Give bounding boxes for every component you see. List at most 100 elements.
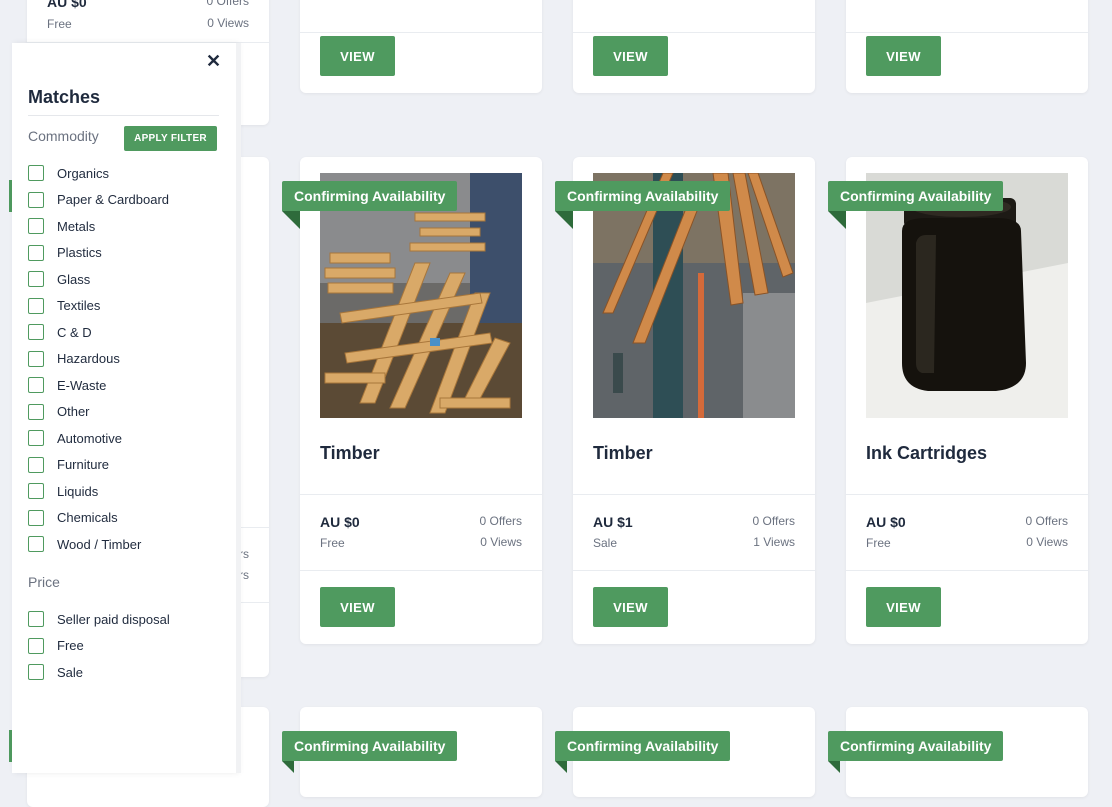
listing-price: AU $1 — [593, 514, 633, 530]
partial-type: Free — [47, 17, 72, 31]
checkbox[interactable] — [28, 509, 44, 526]
checkbox-label: Furniture — [57, 457, 110, 472]
checkbox-label: Wood / Timber — [57, 536, 142, 552]
filter-panel: ✕ Matches Commodity APPLY FILTER Organic… — [12, 43, 237, 773]
listing-price: AU $0 — [320, 514, 360, 530]
availability-ribbon: Confirming Availability — [555, 181, 731, 229]
checkbox[interactable] — [28, 403, 44, 420]
commodity-option-e-waste[interactable]: E-Waste — [28, 375, 106, 395]
listing-card-bottom[interactable]: Confirming Availability — [828, 707, 1088, 797]
checkbox-label: Organics — [57, 165, 110, 181]
listing-views: 0 Views — [1026, 535, 1068, 549]
listing-card[interactable]: Confirming Availability Timber AU $0 Fre… — [282, 157, 542, 644]
listing-card-top: VIEW — [300, 0, 542, 93]
view-button[interactable]: VIEW — [320, 36, 395, 76]
filter-heading: Matches — [28, 87, 101, 107]
commodity-option-hazardous[interactable]: Hazardous — [28, 349, 120, 369]
commodity-option-wood-timber[interactable]: Wood / Timber — [28, 534, 141, 554]
checkbox[interactable] — [28, 191, 44, 208]
checkbox-label: E-Waste — [57, 377, 107, 393]
view-button[interactable]: VIEW — [866, 587, 941, 627]
listing-card[interactable]: Confirming Availability Ink Cartridges A… — [828, 157, 1088, 644]
checkbox[interactable] — [28, 611, 44, 627]
partial-offers: 0 Offers — [206, 0, 249, 8]
listing-price-type: Free — [320, 536, 345, 550]
checkbox[interactable] — [28, 664, 44, 680]
price-option-sale[interactable]: Sale — [28, 662, 83, 682]
listing-price: AU $0 — [866, 514, 906, 530]
commodity-option-furniture[interactable]: Furniture — [28, 455, 109, 475]
price-option-seller-paid-disposal[interactable]: Seller paid disposal — [28, 609, 170, 629]
checkbox-label: Sale — [57, 664, 84, 680]
checkbox-label: Seller paid disposal — [57, 611, 170, 627]
checkbox[interactable] — [28, 218, 44, 234]
checkbox[interactable] — [28, 271, 44, 287]
checkbox-label: Automotive — [57, 430, 123, 446]
commodity-option-c-d[interactable]: C & D — [28, 322, 92, 342]
commodity-option-metals[interactable]: Metals — [28, 216, 95, 236]
listing-offers: 0 Offers — [479, 514, 522, 528]
checkbox[interactable] — [28, 483, 44, 499]
checkbox-label: Liquids — [57, 483, 99, 499]
availability-ribbon: Confirming Availability — [555, 731, 731, 773]
listing-views: 0 Views — [480, 535, 522, 549]
checkbox[interactable] — [28, 165, 44, 181]
price-option-free[interactable]: Free — [28, 636, 84, 656]
commodity-option-plastics[interactable]: Plastics — [28, 243, 102, 263]
checkbox[interactable] — [28, 324, 44, 340]
checkbox[interactable] — [28, 244, 44, 261]
availability-ribbon: Confirming Availability — [828, 731, 1004, 773]
commodity-option-organics[interactable]: Organics — [28, 163, 109, 183]
checkbox[interactable] — [28, 430, 44, 446]
listing-views: 1 Views — [753, 535, 795, 549]
commodity-option-other[interactable]: Other — [28, 402, 90, 422]
checkbox-label: Chemicals — [57, 510, 118, 525]
checkbox[interactable] — [28, 536, 44, 552]
checkbox[interactable] — [28, 377, 44, 393]
listing-card-top: VIEW — [846, 0, 1088, 93]
view-button[interactable]: VIEW — [593, 36, 668, 76]
checkbox-label: Metals — [57, 218, 96, 234]
checkbox-label: Textiles — [57, 298, 101, 313]
commodity-label: Commodity — [28, 128, 99, 144]
availability-ribbon: Confirming Availability — [282, 731, 458, 773]
price-label: Price — [28, 574, 60, 590]
view-button[interactable]: VIEW — [593, 587, 668, 627]
listing-offers: 0 Offers — [752, 514, 795, 528]
commodity-option-liquids[interactable]: Liquids — [28, 481, 98, 501]
listing-title[interactable]: Timber — [593, 443, 653, 464]
listing-title[interactable]: Ink Cartridges — [866, 443, 987, 464]
checkbox-label: Other — [57, 404, 90, 419]
checkbox[interactable] — [28, 637, 44, 654]
listing-title[interactable]: Timber — [320, 443, 380, 464]
listing-card[interactable]: Confirming Availability Timber AU $1 Sal… — [555, 157, 815, 644]
close-icon[interactable]: ✕ — [206, 51, 221, 72]
partial-price: AU $0 — [47, 0, 87, 10]
checkbox-label: Glass — [57, 271, 91, 287]
partial-views: 0 Views — [207, 16, 249, 30]
listing-card-bottom[interactable]: Confirming Availability — [555, 707, 815, 797]
checkbox-label: Hazardous — [57, 351, 120, 366]
availability-ribbon: Confirming Availability — [282, 181, 458, 229]
commodity-option-textiles[interactable]: Textiles — [28, 296, 100, 316]
checkbox[interactable] — [28, 350, 44, 367]
listing-price-type: Sale — [593, 536, 618, 550]
checkbox[interactable] — [28, 297, 44, 314]
apply-filter-button[interactable]: APPLY FILTER — [124, 126, 217, 151]
filter-panel-scrollbar[interactable] — [236, 43, 241, 773]
view-button[interactable]: VIEW — [866, 36, 941, 76]
availability-ribbon: Confirming Availability — [828, 181, 1004, 229]
listing-card-top: VIEW — [573, 0, 815, 93]
commodity-option-paper-cardboard[interactable]: Paper & Cardboard — [28, 190, 169, 210]
commodity-option-automotive[interactable]: Automotive — [28, 428, 122, 448]
commodity-option-glass[interactable]: Glass — [28, 269, 90, 289]
checkbox-label: Paper & Cardboard — [57, 192, 170, 207]
commodity-option-chemicals[interactable]: Chemicals — [28, 508, 118, 528]
checkbox-label: Plastics — [57, 245, 102, 260]
checkbox-label: C & D — [57, 324, 92, 340]
listing-offers: 0 Offers — [1025, 514, 1068, 528]
checkbox[interactable] — [28, 456, 44, 473]
view-button[interactable]: VIEW — [320, 587, 395, 627]
listing-card-bottom[interactable]: Confirming Availability — [282, 707, 542, 797]
listing-price-type: Free — [866, 536, 891, 550]
